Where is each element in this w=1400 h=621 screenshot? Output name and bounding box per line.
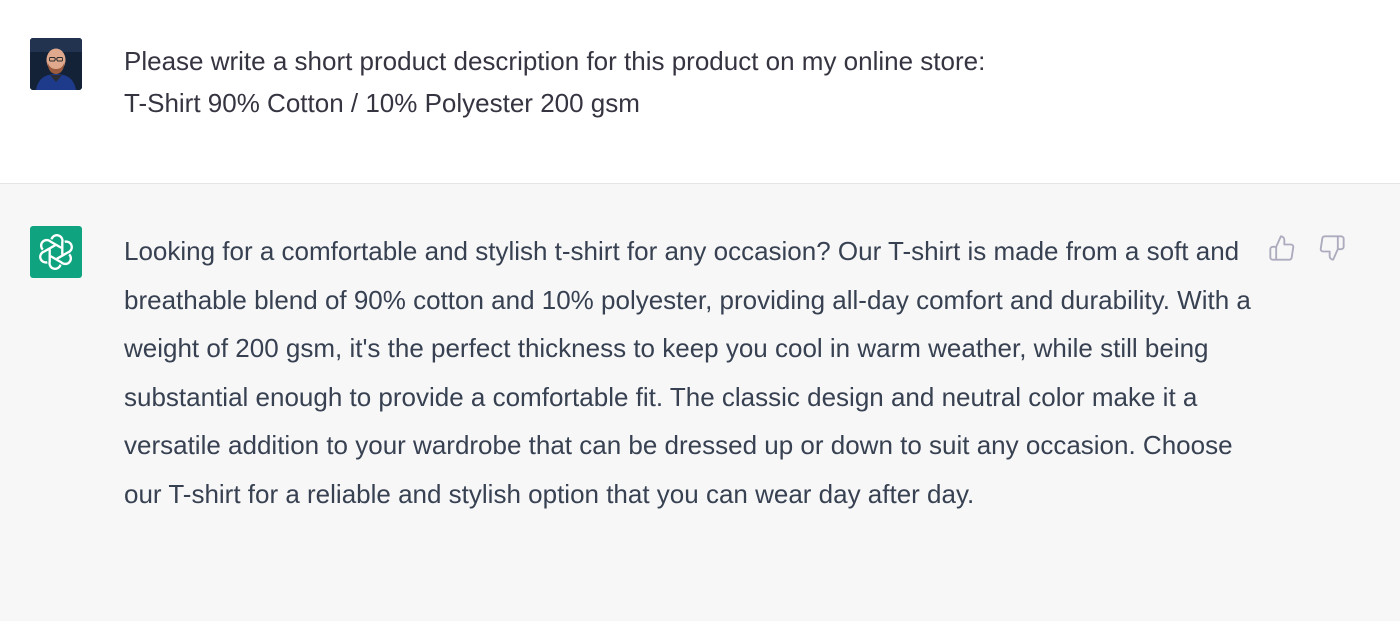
- user-avatar: [30, 38, 82, 90]
- openai-logo-icon: [39, 234, 73, 270]
- feedback-buttons: [1266, 232, 1348, 264]
- chat-page: Please write a short product description…: [0, 0, 1400, 621]
- user-message-text: Please write a short product description…: [124, 40, 1224, 124]
- assistant-message: Looking for a comfortable and stylish t-…: [0, 184, 1400, 621]
- thumbs-up-icon: [1269, 235, 1295, 261]
- thumbs-up-button[interactable]: [1266, 232, 1298, 264]
- user-photo-avatar: [30, 38, 82, 90]
- assistant-message-text: Looking for a comfortable and stylish t-…: [124, 236, 1251, 509]
- thumbs-down-button[interactable]: [1316, 232, 1348, 264]
- user-message: Please write a short product description…: [0, 0, 1400, 184]
- user-message-line: Please write a short product description…: [124, 46, 986, 76]
- user-message-line: T-Shirt 90% Cotton / 10% Polyester 200 g…: [124, 88, 640, 118]
- assistant-avatar: [30, 226, 82, 278]
- thumbs-down-icon: [1319, 235, 1345, 261]
